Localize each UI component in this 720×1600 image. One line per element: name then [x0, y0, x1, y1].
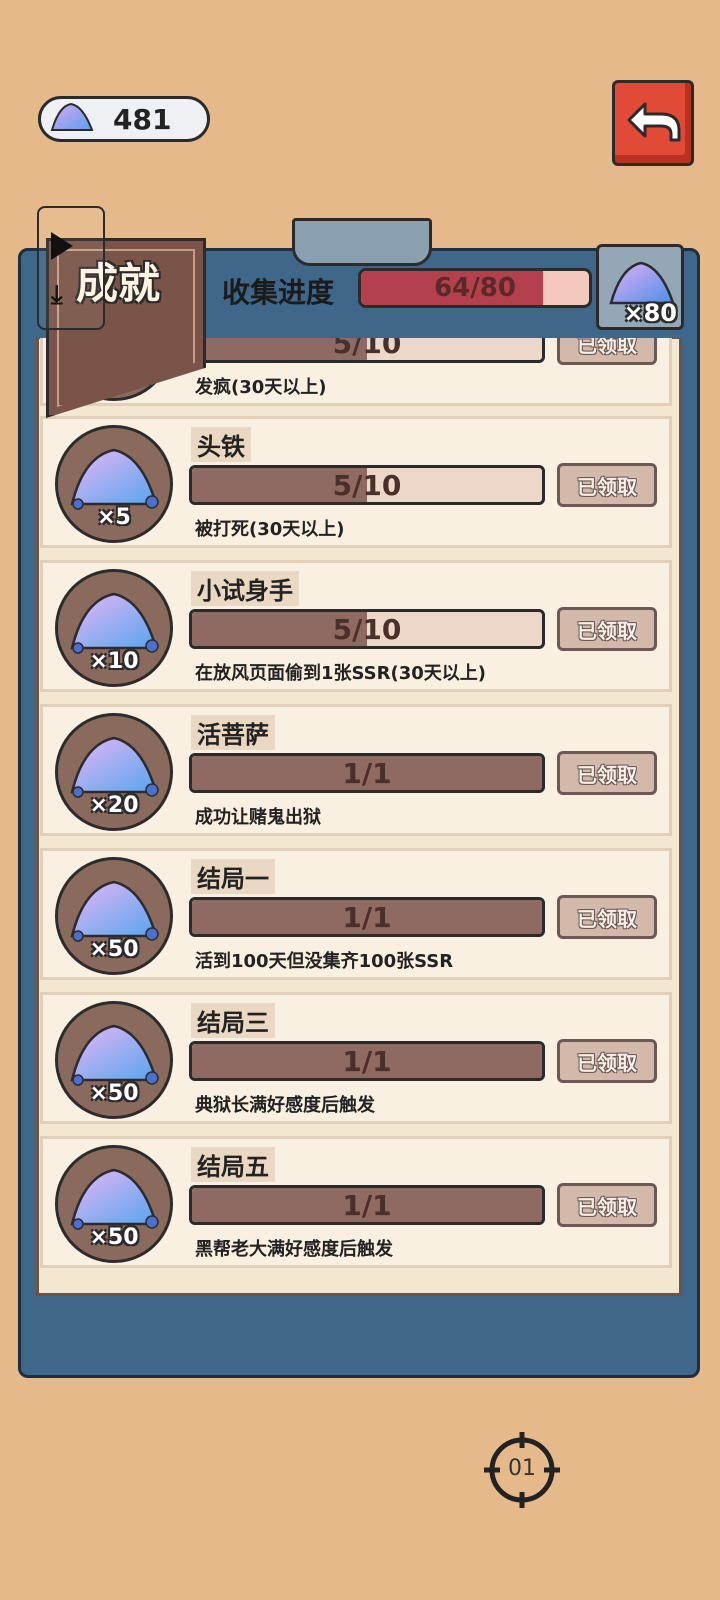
claimed-button[interactable]: 已领取 — [557, 1039, 657, 1083]
achievement-name: 小试身手 — [191, 571, 299, 606]
achievement-progress-bar: 5/10 — [189, 609, 545, 649]
currency-value: 481 — [113, 102, 172, 136]
claimed-button[interactable]: 已领取 — [557, 751, 657, 795]
claimed-button[interactable]: 已领取 — [557, 1183, 657, 1227]
return-arrow-icon — [627, 102, 681, 142]
crosshair-label: 01 — [508, 1456, 536, 1481]
reward-qty: ×5 — [97, 505, 131, 530]
crystal-icon — [70, 880, 159, 942]
achievement-progress-text: 1/1 — [342, 1188, 392, 1222]
recorder-widget[interactable]: ⤓ — [37, 206, 105, 330]
achievement-description: 发疯(30天以上) — [195, 377, 327, 398]
crystal-icon — [49, 100, 95, 138]
achievement-card: ×5 头铁 5/10 已领取被打死(30天以上) — [40, 416, 672, 548]
reward-qty: ×10 — [89, 649, 139, 674]
play-icon[interactable] — [51, 232, 73, 260]
achievement-description: 黑帮老大满好感度后触发 — [195, 1239, 393, 1260]
achievement-name: 结局五 — [191, 1147, 275, 1182]
achievement-card: ×50 结局五 1/1 已领取黑帮老大满好感度后触发 — [40, 1136, 672, 1268]
achievement-progress-bar: 1/1 — [189, 1041, 545, 1081]
claimed-button[interactable]: 已领取 — [557, 895, 657, 939]
collect-progress-bar: 64/80 — [358, 268, 592, 308]
achievement-description: 典狱长满好感度后触发 — [195, 1095, 375, 1116]
crystal-icon — [70, 592, 159, 654]
achievement-progress-text: 5/10 — [332, 336, 402, 360]
achievement-progress-bar: 5/10 — [189, 465, 545, 505]
total-reward-button[interactable]: ×80 — [596, 244, 684, 330]
achievement-progress-text: 1/1 — [342, 756, 392, 790]
achievement-progress-bar: 5/10 — [189, 336, 545, 363]
achievement-card: ×20 活菩萨 1/1 已领取成功让赌鬼出狱 — [40, 704, 672, 836]
collect-progress-label: 收集进度 — [222, 276, 335, 309]
achievement-name: 结局一 — [191, 859, 275, 894]
crystal-icon — [70, 1168, 159, 1230]
claimed-button[interactable]: 已领取 — [557, 463, 657, 507]
achievement-description: 成功让赌鬼出狱 — [195, 807, 321, 828]
achievement-name: 头铁 — [191, 427, 251, 462]
claimed-button[interactable]: 已领取 — [557, 607, 657, 651]
reward-medal: ×50 — [55, 1145, 173, 1263]
achievement-name: 结局三 — [191, 1003, 275, 1038]
claimed-button[interactable]: 已领取 — [557, 336, 657, 365]
achievement-progress-text: 1/1 — [342, 900, 392, 934]
crosshair-button[interactable]: 01 — [482, 1430, 562, 1510]
achievement-description: 活到100天但没集齐100张SSR — [195, 951, 454, 972]
reward-qty: ×50 — [89, 1081, 139, 1106]
currency-display: 481 — [38, 96, 210, 142]
achievement-progress-bar: 1/1 — [189, 897, 545, 937]
reward-qty: ×50 — [89, 937, 139, 962]
reward-medal: ×10 — [55, 569, 173, 687]
back-button[interactable] — [612, 80, 694, 166]
download-icon[interactable]: ⤓ — [51, 280, 63, 311]
achievement-progress-text: 5/10 — [332, 612, 402, 646]
achievement-progress-bar: 1/1 — [189, 753, 545, 793]
reward-qty: ×20 — [89, 793, 139, 818]
achievement-description: 被打死(30天以上) — [195, 519, 345, 540]
achievement-card: ×50 结局三 1/1 已领取典狱长满好感度后触发 — [40, 992, 672, 1124]
crystal-icon — [70, 736, 159, 798]
achievement-card: ×50 结局一 1/1 已领取活到100天但没集齐100张SSR — [40, 848, 672, 980]
reward-medal: ×50 — [55, 857, 173, 975]
achievement-card: ×10 小试身手 5/10 已领取在放风页面偷到1张SSR(30天以上) — [40, 560, 672, 692]
achievement-progress-text: 1/1 — [342, 1044, 392, 1078]
achievement-name: 活菩萨 — [191, 715, 275, 750]
collect-progress-text: 64/80 — [434, 273, 516, 303]
achievement-description: 在放风页面偷到1张SSR(30天以上) — [195, 663, 487, 684]
reward-qty: ×50 — [89, 1225, 139, 1250]
achievement-progress-bar: 1/1 — [189, 1185, 545, 1225]
crystal-icon — [70, 448, 159, 510]
reward-medal: ×50 — [55, 1001, 173, 1119]
achievement-list[interactable]: 5/10 已领取 发疯(30天以上) ×5 头铁 5/10 已领取 被打死(30天以上) ×10… — [40, 336, 672, 1291]
crystal-icon — [70, 1024, 159, 1086]
reward-medal: ×20 — [55, 713, 173, 831]
reward-medal: ×5 — [55, 425, 173, 543]
total-reward-qty: ×80 — [623, 299, 677, 327]
achievement-progress-text: 5/10 — [332, 468, 402, 502]
board-clip — [292, 218, 432, 266]
